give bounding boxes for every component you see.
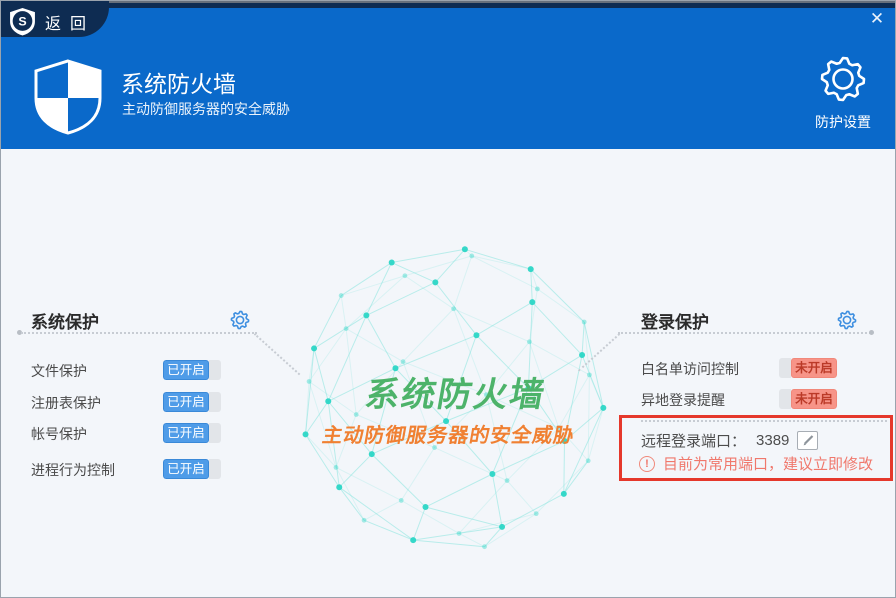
toggle-file-protection[interactable]: 已开启 [163,360,221,380]
center-subtitle: 主动防御服务器的安全威胁 [289,419,609,448]
toggle-status: 已开启 [163,459,209,479]
separator-line [641,420,887,422]
close-icon[interactable]: ✕ [865,7,889,31]
toggle-knob [209,459,221,479]
toggle-whitelist-access[interactable]: 未开启 [779,358,837,378]
page-subtitle: 主动防御服务器的安全威胁 [122,99,290,119]
page-title: 系统防火墙 [121,65,236,99]
center-title: 系统防火墙 [295,367,619,416]
warning-text: 目前为常用端口，建议立即修改 [663,453,873,474]
row-label: 帐号保护 [31,424,87,444]
remote-port-label: 远程登录端口： [641,430,746,451]
toggle-knob [779,358,791,378]
logo-letter: S [18,15,26,29]
toggle-status: 未开启 [791,389,837,409]
row-label: 文件保护 [31,361,87,381]
system-protection-title: 系统保护 [31,308,99,333]
warning-icon: ! [639,456,655,472]
row-label: 注册表保护 [31,393,101,413]
edit-port-button[interactable] [797,431,818,450]
separator-dot [869,330,874,335]
remote-port-row: 远程登录端口： 3389 [641,430,818,450]
login-protection-title: 登录保护 [641,308,709,333]
toggle-knob [209,360,221,380]
toggle-status: 已开启 [163,392,209,412]
row-label: 进程行为控制 [31,460,115,480]
center-slogan: 系统防火墙 主动防御服务器的安全威胁 [289,367,618,448]
toggle-registry-protection[interactable]: 已开启 [163,392,221,412]
toggle-knob [209,392,221,412]
toggle-status: 已开启 [163,360,209,380]
firewall-shield-icon [31,58,105,141]
toggle-account-protection[interactable]: 已开启 [163,423,221,443]
protection-settings-label: 防护设置 [801,112,885,132]
protection-settings-button[interactable]: 防护设置 [801,55,885,132]
remote-port-value: 3389 [756,432,789,449]
toggle-process-control[interactable]: 已开启 [163,459,221,479]
system-protection-gear-icon[interactable] [230,310,250,330]
toggle-knob [209,423,221,443]
toggle-remote-login-alert[interactable]: 未开启 [779,389,837,409]
login-protection-gear-icon[interactable] [837,310,857,330]
toggle-status: 已开启 [163,423,209,443]
row-label: 异地登录提醒 [641,390,725,410]
app-window: S 返回 ✕ 系统防火墙 主动防御服务器的安全威胁 防护设置 系统防火墙 主动防… [0,0,896,598]
toggle-knob [779,389,791,409]
separator-line [21,332,257,334]
back-button-label: 返回 [45,10,95,34]
app-logo-icon: S [9,7,36,41]
pencil-icon [800,433,816,448]
row-label: 白名单访问控制 [641,359,739,379]
back-button[interactable]: S 返回 [1,1,109,37]
toggle-status: 未开启 [791,358,837,378]
port-warning: ! 目前为常用端口，建议立即修改 [639,453,873,474]
gear-icon [819,55,867,103]
separator-line [618,332,871,334]
titlebar-strip [1,1,896,8]
